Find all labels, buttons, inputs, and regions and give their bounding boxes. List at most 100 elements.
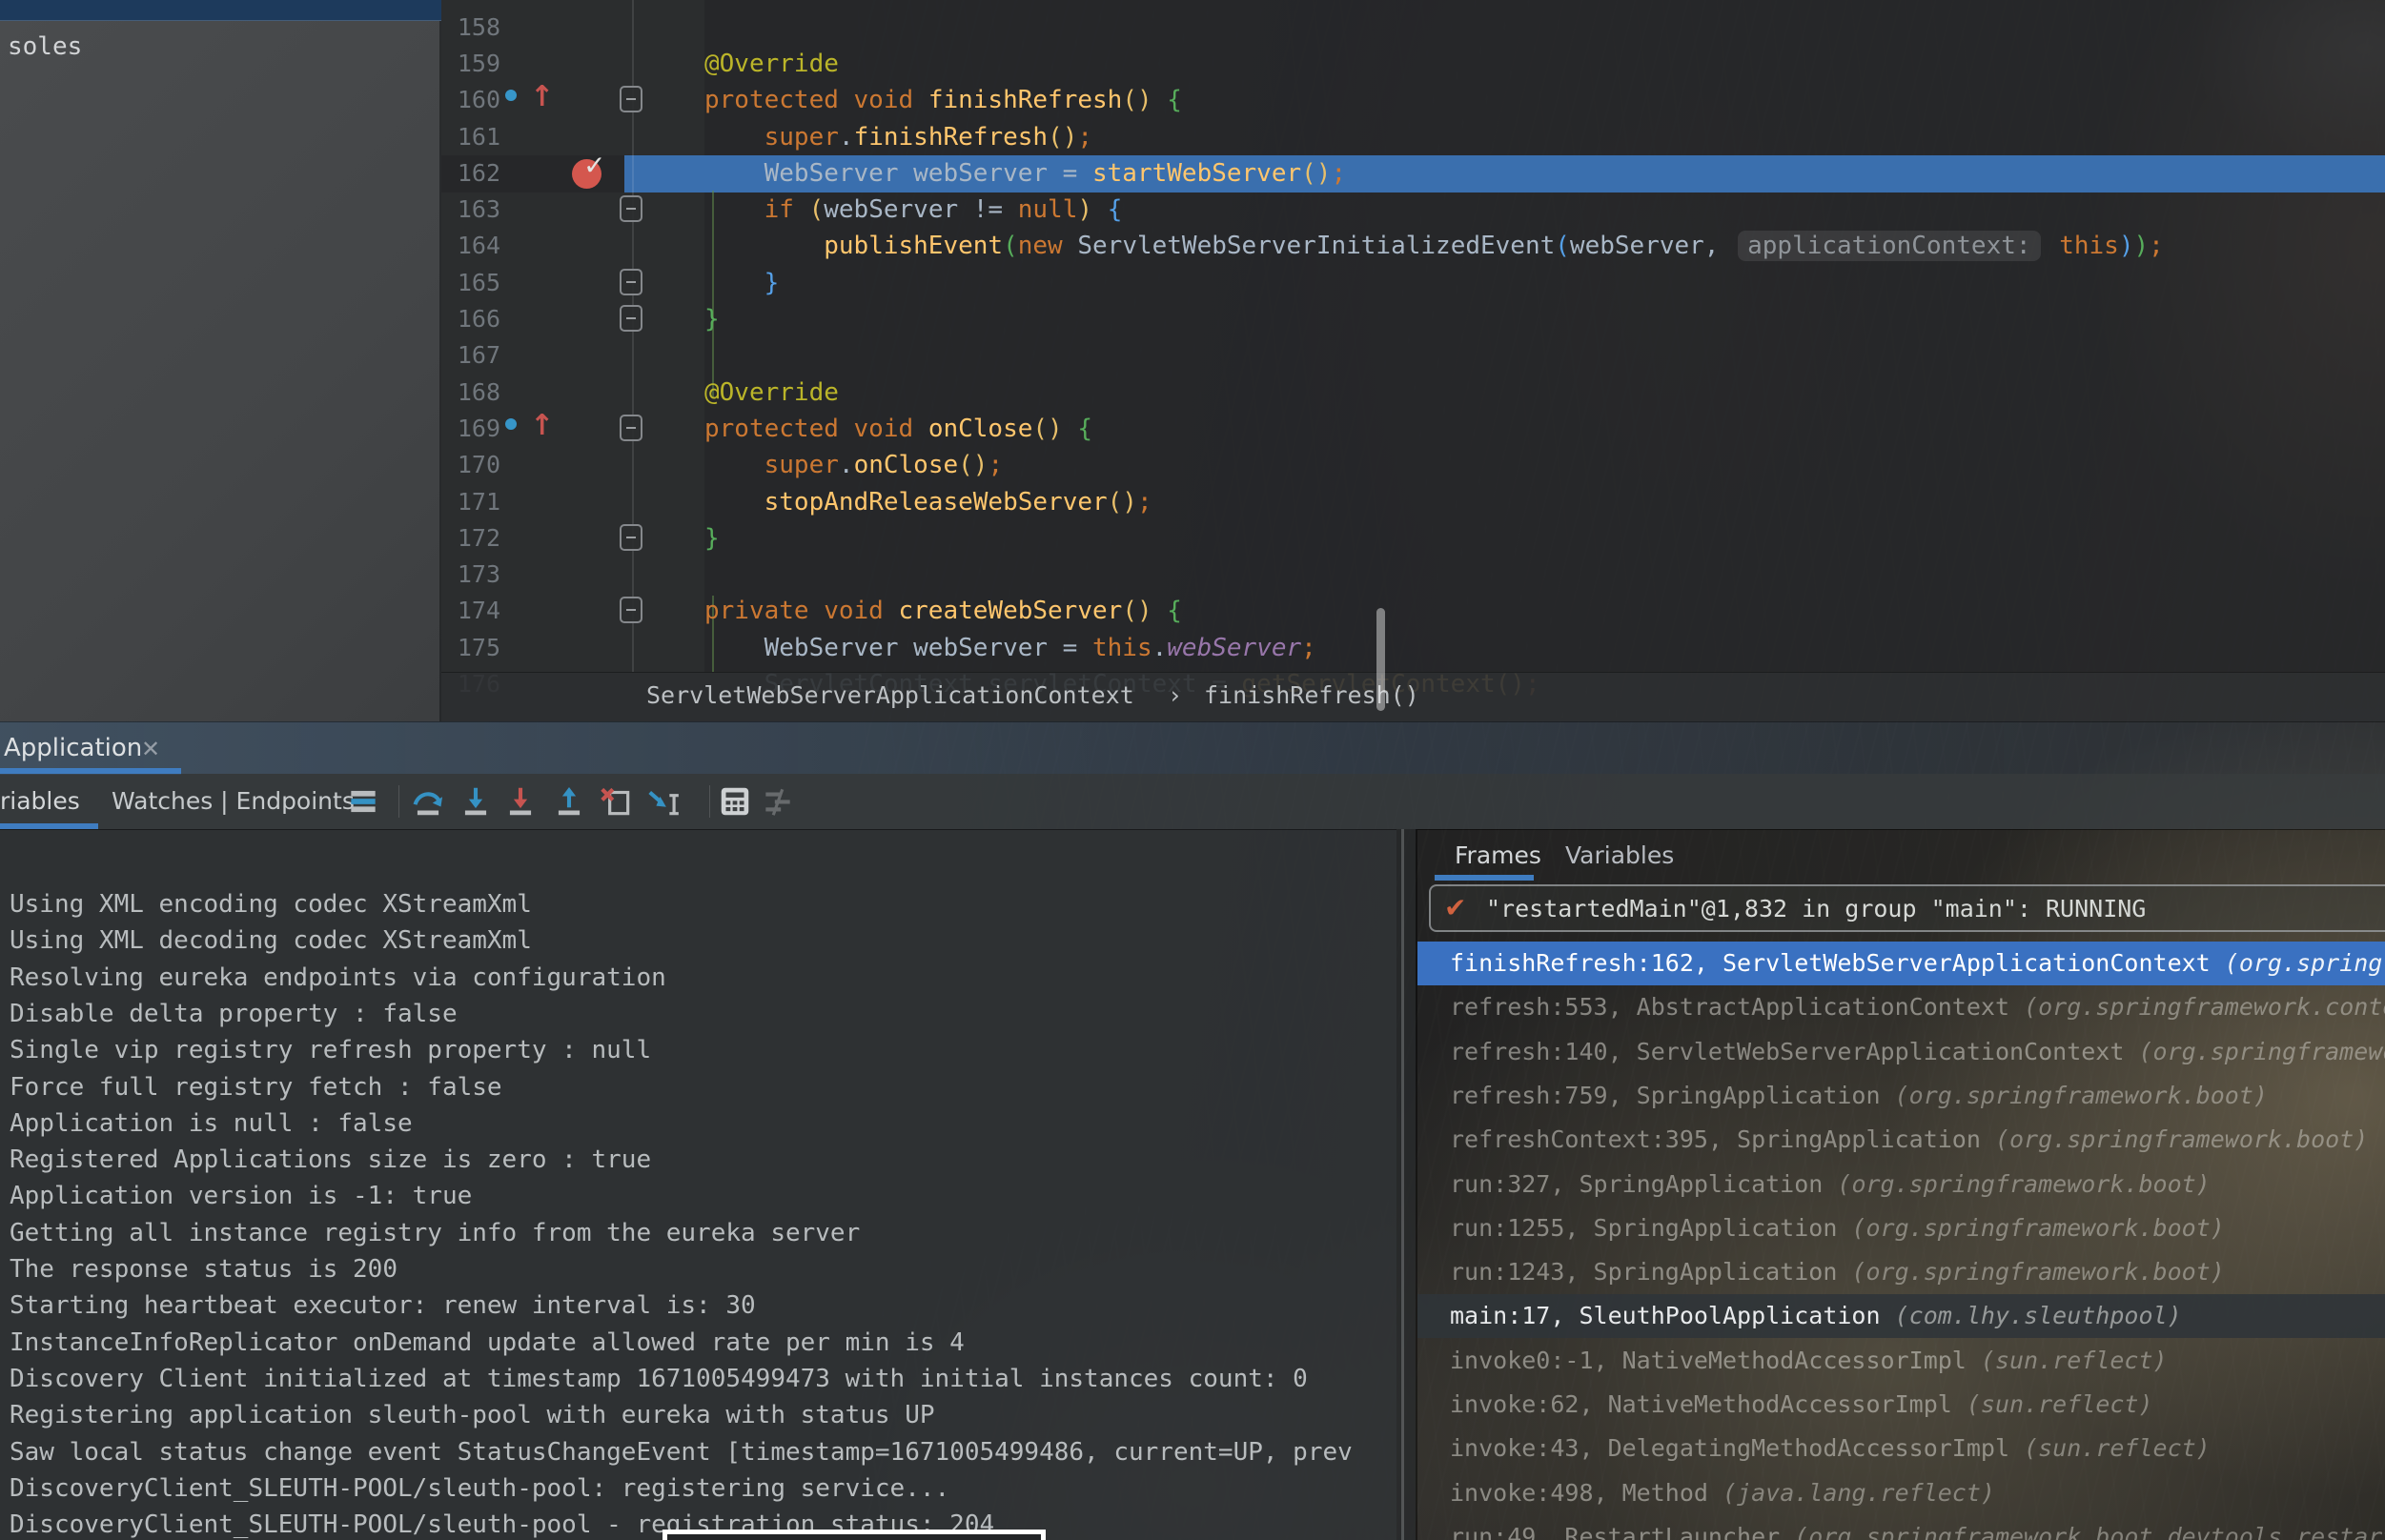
code-line[interactable]: } — [704, 520, 720, 557]
line-number[interactable]: 173 — [441, 557, 500, 593]
code-token: protected void — [704, 86, 928, 114]
thread-running-check-icon: ✔ — [1444, 892, 1466, 923]
stack-frame-row[interactable]: run:1255, SpringApplication (org.springf… — [1417, 1206, 2385, 1250]
line-number[interactable]: 160 — [441, 82, 500, 118]
console-scrollbar[interactable] — [1376, 608, 1385, 711]
code-token — [2045, 232, 2060, 260]
override-marker-icon[interactable]: ↑ — [505, 84, 562, 116]
breakpoint-icon[interactable]: ✓ — [572, 155, 610, 192]
run-to-cursor-icon[interactable] — [645, 783, 682, 820]
fold-expand-icon[interactable] — [620, 269, 642, 295]
fold-collapse-icon[interactable] — [620, 195, 642, 222]
console-line: Registering application sleuth-pool with… — [10, 1397, 935, 1433]
step-over-icon[interactable] — [410, 783, 446, 820]
stack-frame-row[interactable]: refresh:759, SpringApplication (org.spri… — [1417, 1074, 2385, 1118]
fold-expand-icon[interactable] — [620, 305, 642, 332]
line-number[interactable]: 172 — [441, 520, 500, 557]
code-line[interactable]: } — [704, 301, 720, 337]
toolbar-separator — [709, 785, 710, 818]
code-token: ) — [2119, 232, 2134, 260]
code-line[interactable]: publishEvent(new ServletWebServerInitial… — [704, 228, 2164, 264]
line-number[interactable]: 171 — [441, 484, 500, 520]
panel-splitter[interactable] — [1396, 829, 1416, 1540]
stack-frame-row[interactable]: refresh:140, ServletWebServerApplication… — [1417, 1030, 2385, 1074]
breadcrumb-method[interactable]: finishRefresh() — [1204, 681, 1419, 709]
stack-frame-row[interactable]: invoke:43, DelegatingMethodAccessorImpl … — [1417, 1427, 2385, 1470]
stack-frame-row[interactable]: refreshContext:395, SpringApplication (o… — [1417, 1118, 2385, 1162]
stack-frame-row[interactable]: refresh:553, AbstractApplicationContext … — [1417, 985, 2385, 1029]
code-line[interactable]: @Override — [704, 46, 839, 82]
thread-selector-dropdown[interactable]: ✔ "restartedMain"@1,832 in group "main":… — [1429, 884, 2385, 932]
fold-collapse-icon[interactable] — [620, 415, 642, 441]
code-line[interactable]: } — [704, 265, 779, 301]
line-number[interactable]: 174 — [441, 593, 500, 629]
threads-icon[interactable] — [345, 783, 381, 820]
code-token: ; — [1137, 488, 1152, 517]
trace-stream-icon[interactable] — [760, 783, 796, 820]
console-line: Application is null : false — [10, 1105, 413, 1142]
code-line[interactable]: stopAndReleaseWebServer(); — [704, 484, 1152, 520]
tab-watches-endpoints[interactable]: Watches | Endpoints — [112, 787, 355, 815]
line-number[interactable]: 163 — [441, 192, 500, 228]
step-out-icon[interactable] — [551, 783, 587, 820]
code-line[interactable]: super.onClose(); — [704, 447, 1003, 483]
stack-frame-row[interactable]: run:1243, SpringApplication (org.springf… — [1417, 1250, 2385, 1294]
fold-expand-icon[interactable] — [620, 524, 642, 551]
line-number[interactable]: 164 — [441, 228, 500, 264]
tab-variables-cut[interactable]: riables — [0, 787, 80, 815]
code-line[interactable]: protected void finishRefresh() { — [704, 82, 1182, 118]
code-line[interactable]: super.finishRefresh(); — [704, 119, 1092, 155]
stack-frame-row[interactable]: run:327, SpringApplication (org.springfr… — [1417, 1163, 2385, 1206]
stack-frame-row[interactable]: invoke:62, NativeMethodAccessorImpl (sun… — [1417, 1383, 2385, 1427]
left-tool-window[interactable]: soles — [0, 0, 441, 721]
code-token: ) — [2133, 232, 2149, 260]
stack-frame-row[interactable]: run:49, RestartLauncher (org.springframe… — [1417, 1515, 2385, 1540]
line-number[interactable]: 162 — [441, 155, 500, 192]
fold-collapse-icon[interactable] — [620, 597, 642, 623]
tab-variables[interactable]: Variables — [1565, 841, 1674, 869]
tab-frames[interactable]: Frames — [1455, 841, 1541, 869]
fold-collapse-icon[interactable] — [620, 86, 642, 112]
line-number[interactable]: 165 — [441, 265, 500, 301]
line-number[interactable]: 175 — [441, 630, 500, 666]
code-token — [704, 451, 764, 479]
line-number[interactable]: 166 — [441, 301, 500, 337]
stack-frame-row[interactable]: main:17, SleuthPoolApplication (com.lhy.… — [1417, 1294, 2385, 1338]
code-line[interactable]: protected void onClose() { — [704, 411, 1092, 447]
stack-frame-row[interactable]: finishRefresh:162, ServletWebServerAppli… — [1417, 942, 2385, 985]
code-line[interactable]: if (webServer != null) { — [704, 192, 1122, 228]
frame-package: (org.springframework.boot) — [1837, 1170, 2210, 1198]
line-number[interactable]: 167 — [441, 337, 500, 374]
parameter-hint: applicationContext: — [1738, 231, 2040, 261]
code-line[interactable]: WebServer webServer = this.webServer; — [704, 630, 1316, 666]
console-line: Using XML encoding codec XStreamXml — [10, 886, 532, 922]
tab-application[interactable]: Application — [4, 734, 142, 762]
line-number[interactable]: 169 — [441, 411, 500, 447]
code-token — [704, 232, 824, 260]
close-icon[interactable]: ✕ — [141, 736, 160, 762]
step-into-icon[interactable] — [458, 783, 494, 820]
force-step-into-icon[interactable] — [502, 783, 539, 820]
code-token: ; — [2149, 232, 2164, 260]
line-number[interactable]: 161 — [441, 119, 500, 155]
code-token — [704, 195, 764, 224]
line-number[interactable]: 170 — [441, 447, 500, 483]
consoles-panel-label: soles — [8, 32, 82, 61]
breadcrumb-class[interactable]: ServletWebServerApplicationContext — [646, 681, 1134, 709]
debug-console[interactable]: Using XML encoding codec XStreamXmlUsing… — [0, 829, 1396, 1540]
code-line[interactable]: @Override — [704, 375, 839, 411]
code-token — [704, 269, 764, 297]
code-line[interactable]: WebServer webServer = startWebServer(); — [704, 155, 1346, 192]
code-token: super — [764, 451, 839, 479]
stack-frame-row[interactable]: invoke:498, Method (java.lang.reflect) — [1417, 1471, 2385, 1515]
override-marker-icon[interactable]: ↑ — [505, 413, 562, 445]
line-number[interactable]: 159 — [441, 46, 500, 82]
drop-frame-icon[interactable] — [598, 783, 634, 820]
frame-location: run:1243, SpringApplication — [1450, 1258, 1851, 1286]
evaluate-expression-icon[interactable] — [717, 783, 753, 820]
ide-window: 158159160↑161162✓163164165166167168169↑1… — [0, 0, 2385, 1540]
line-number[interactable]: 168 — [441, 375, 500, 411]
line-number[interactable]: 158 — [441, 10, 500, 46]
code-line[interactable]: private void createWebServer() { — [704, 593, 1182, 629]
stack-frame-row[interactable]: invoke0:-1, NativeMethodAccessorImpl (su… — [1417, 1339, 2385, 1383]
